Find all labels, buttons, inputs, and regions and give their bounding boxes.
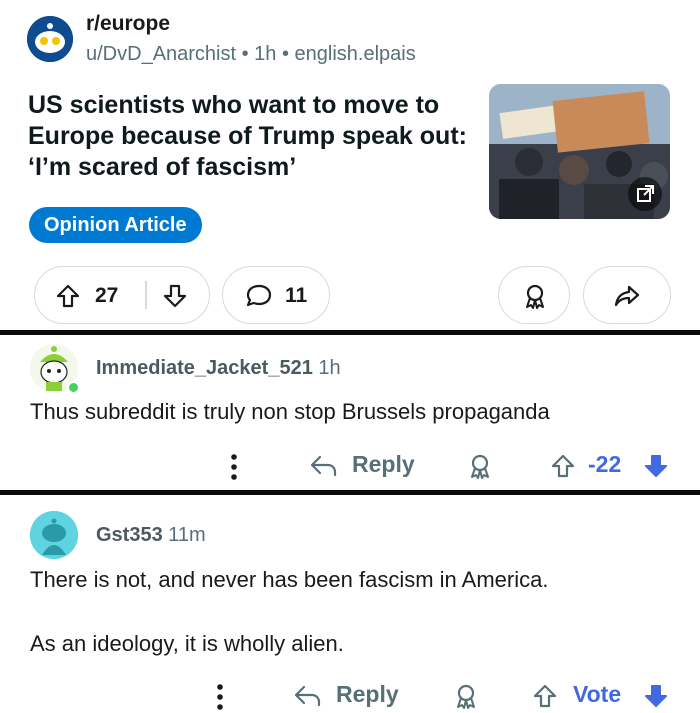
subreddit-name[interactable]: r/europe	[86, 12, 170, 36]
europe-stars-icon	[27, 16, 73, 62]
downvote-filled-icon[interactable]	[643, 453, 669, 479]
vote-divider	[145, 281, 147, 309]
downvote-arrow-icon[interactable]	[162, 283, 188, 309]
comment-score: -22	[588, 451, 622, 477]
reply-arrow-icon[interactable]	[292, 683, 322, 709]
comment-body-line: Thus subreddit is truly non stop Brussel…	[30, 399, 550, 424]
reply-button[interactable]: Reply	[336, 681, 399, 708]
snoo-teal-icon	[30, 511, 78, 559]
comment-bubble-icon	[246, 284, 272, 307]
comment-age: 1h	[318, 357, 341, 379]
share-arrow-icon	[614, 285, 640, 307]
award-ribbon-icon[interactable]	[466, 452, 494, 480]
vote-bar: 27	[34, 266, 210, 324]
comment-body-line: As an ideology, it is wholly alien.	[30, 631, 344, 656]
external-link-icon[interactable]	[628, 177, 662, 211]
comment-score: Vote	[573, 681, 622, 707]
share-button[interactable]	[583, 266, 671, 324]
comment-avatar[interactable]	[30, 511, 78, 559]
award-ribbon-icon[interactable]	[452, 682, 480, 710]
more-options-icon[interactable]	[213, 682, 227, 712]
comment-actions: Reply -22	[0, 446, 700, 486]
comment-actions: Reply Vote	[0, 676, 700, 713]
post-score: 27	[95, 284, 119, 307]
reply-arrow-icon[interactable]	[308, 453, 338, 479]
post-meta: u/DvD_Anarchist • 1h • english.elpais	[86, 43, 416, 65]
post-card[interactable]: r/europe u/DvD_Anarchist • 1h • english.…	[0, 0, 700, 330]
reply-button[interactable]: Reply	[352, 451, 415, 478]
post-thumbnail[interactable]	[489, 84, 670, 219]
upvote-arrow-icon[interactable]	[550, 453, 576, 479]
comment-header: Gst353 11m	[96, 524, 206, 547]
upvote-arrow-icon[interactable]	[55, 283, 81, 309]
award-ribbon-icon	[526, 284, 544, 309]
comment-body-line: There is not, and never has been fascism…	[30, 567, 549, 592]
online-status-indicator	[67, 381, 80, 394]
post-title[interactable]: US scientists who want to move to Europe…	[28, 90, 478, 183]
upvote-arrow-icon[interactable]	[532, 683, 558, 709]
comment-age: 11m	[168, 524, 206, 546]
downvote-filled-icon[interactable]	[643, 683, 669, 709]
comment-username[interactable]: Immediate_Jacket_521	[96, 357, 313, 379]
comment-count: 11	[285, 284, 308, 307]
comments-button[interactable]: 11	[222, 266, 330, 324]
more-options-icon[interactable]	[227, 452, 241, 482]
subreddit-avatar[interactable]	[27, 16, 73, 62]
award-button[interactable]	[498, 266, 570, 324]
comment-header: Immediate_Jacket_521 1h	[96, 357, 341, 380]
post-flair[interactable]: Opinion Article	[29, 207, 202, 243]
comment-username[interactable]: Gst353	[96, 524, 163, 546]
